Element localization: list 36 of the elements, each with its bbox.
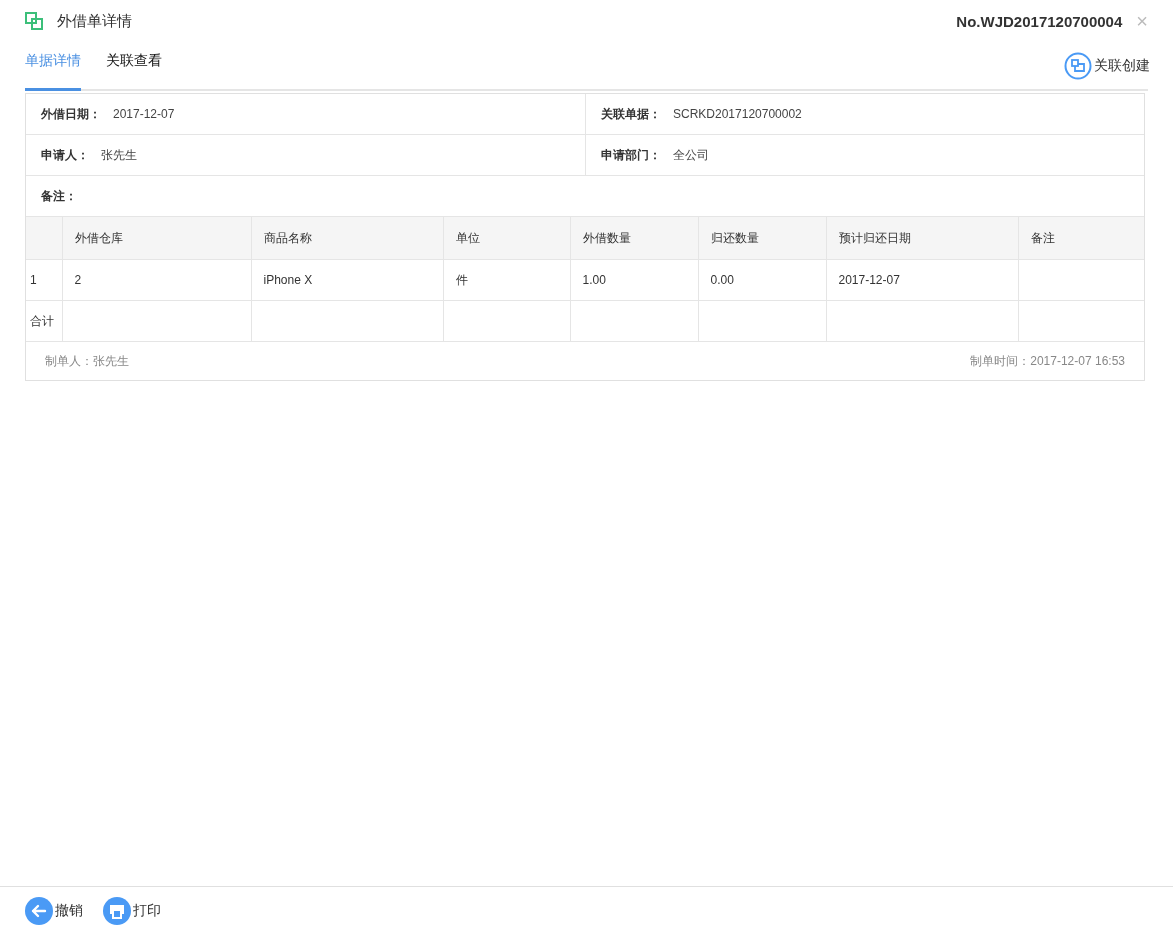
document-number: No.WJD2017120700004 xyxy=(956,12,1123,30)
tab[interactable]: 单据详情 xyxy=(25,52,81,91)
field-value: 张先生 xyxy=(101,146,137,164)
back-button[interactable]: 撤销 xyxy=(25,896,83,925)
table-cell: 件 xyxy=(443,259,570,301)
table-cell: 1.00 xyxy=(570,259,698,301)
row-number: 1 xyxy=(26,259,62,301)
table-cell: iPhone X xyxy=(251,259,443,301)
column-header: 备注 xyxy=(1018,217,1144,260)
field-label: 申请人： xyxy=(41,146,89,164)
dialog-title: 外借单详情 xyxy=(57,11,132,31)
column-header: 归还数量 xyxy=(698,217,826,260)
table-cell: 2017-12-07 xyxy=(826,259,1018,301)
column-header: 商品名称 xyxy=(251,217,443,260)
column-header: 预计归还日期 xyxy=(826,217,1018,260)
copy-squares-icon xyxy=(25,12,43,30)
column-header: 外借仓库 xyxy=(62,217,251,260)
print-icon xyxy=(103,896,131,925)
print-button[interactable]: 打印 xyxy=(103,896,161,925)
field-label: 外借日期： xyxy=(41,105,101,123)
field-label: 关联单据： xyxy=(601,105,661,123)
link-icon xyxy=(1064,51,1092,80)
total-label: 合计 xyxy=(26,300,62,342)
field-value: 全公司 xyxy=(673,146,709,164)
table-cell: 0.00 xyxy=(698,259,826,301)
link-create-button[interactable]: 关联创建 xyxy=(1064,51,1150,80)
column-header: 外借数量 xyxy=(570,217,698,260)
table-cell: 2 xyxy=(62,259,251,301)
creator-text: 制单人：张先生 xyxy=(45,352,129,370)
tab[interactable]: 关联查看 xyxy=(106,52,162,91)
field-value: 2017-12-07 xyxy=(113,107,175,121)
field-label: 备注： xyxy=(41,187,77,205)
created-time-text: 制单时间：2017-12-07 16:53 xyxy=(970,352,1125,370)
field-value: SCRKD2017120700002 xyxy=(673,107,802,121)
column-header: 单位 xyxy=(443,217,570,260)
field-label: 申请部门： xyxy=(601,146,661,164)
